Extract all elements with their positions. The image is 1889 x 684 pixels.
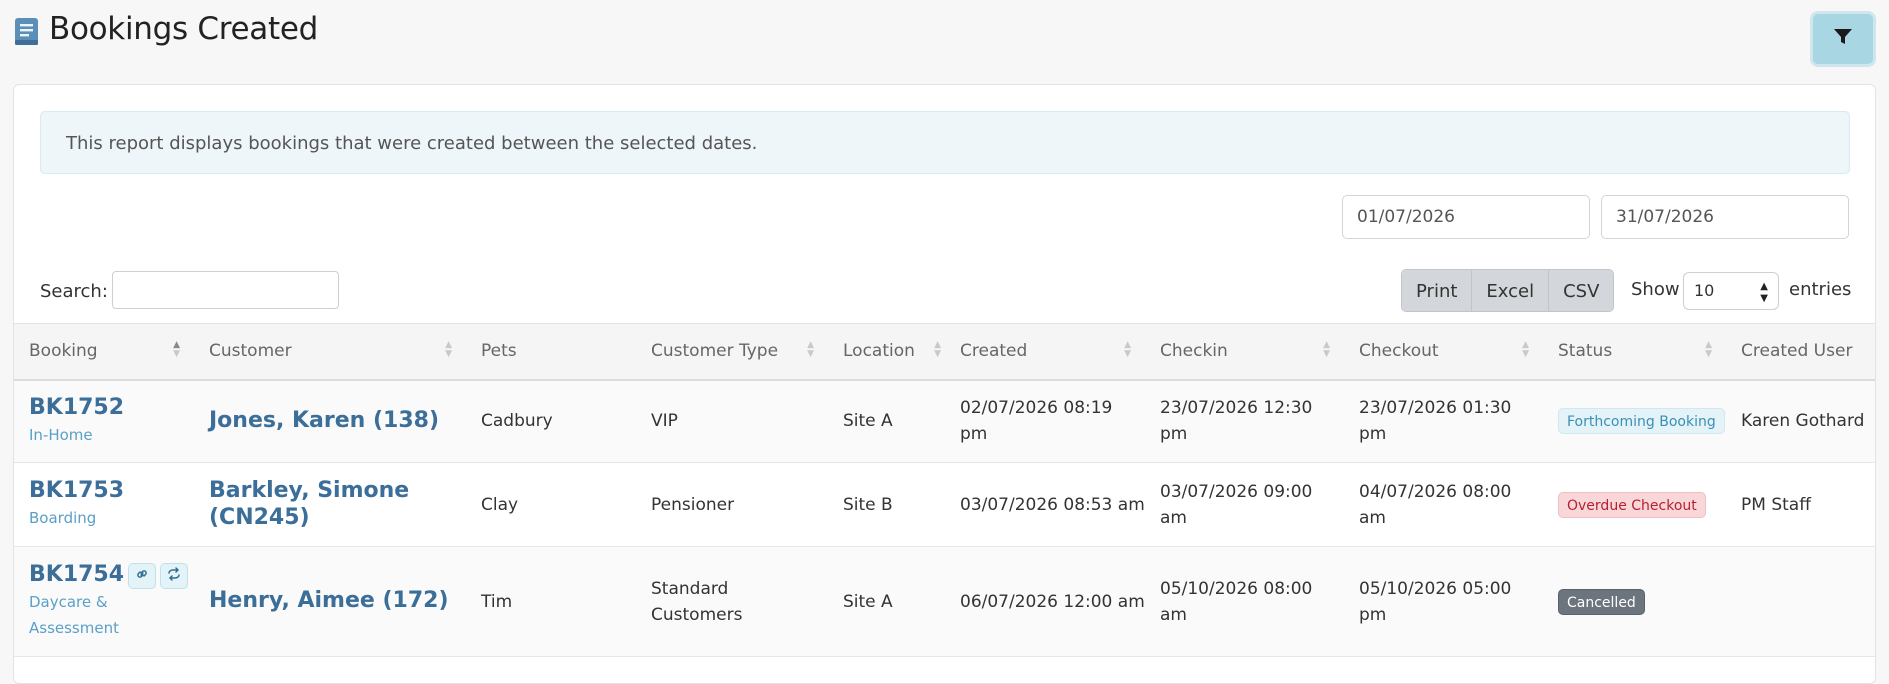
location-cell: Site A [828,379,945,463]
column-header-booking[interactable]: Booking ▲ ▼ [14,323,194,381]
sort-icon: ▲ ▼ [173,340,180,359]
booking-link[interactable]: BK1752 [29,395,124,421]
report-card: This report displays bookings that were … [13,84,1876,684]
booking-link[interactable]: BK1754 [29,562,124,588]
booking-type: Daycare & Assessment [29,593,119,637]
sort-icon: ▲ ▼ [445,340,452,359]
sort-icon: ▲ ▼ [1522,340,1529,359]
customer-link[interactable]: Barkley, Simone (CN245) [209,478,409,530]
customer-link[interactable]: Henry, Aimee (172) [209,588,449,613]
booking-type: In-Home [29,425,93,444]
checkin-cell: 23/07/2026 12:30 pm [1145,379,1344,463]
status-badge: Forthcoming Booking [1558,408,1725,435]
link-icon[interactable] [128,563,157,589]
csv-button[interactable]: CSV [1549,270,1614,311]
column-header-created[interactable]: Created ▲ ▼ [945,323,1145,381]
booking-link[interactable]: BK1753 [29,478,124,504]
checkin-cell: 03/07/2026 09:00 am [1145,462,1344,547]
sort-icon: ▲ ▼ [1323,340,1330,359]
entries-select-value: 10 [1694,281,1715,300]
checkout-cell: 04/07/2026 08:00 am [1344,462,1543,547]
info-alert: This report displays bookings that were … [40,111,1850,174]
excel-button[interactable]: Excel [1472,270,1550,311]
sort-icon: ▲ ▼ [807,340,814,359]
created-user-cell: Karen Gothard [1726,379,1875,463]
entries-label: entries [1789,279,1852,300]
table-header-row: Booking ▲ ▼ Customer ▲ ▼ Pets Customer Type ▲… [14,323,1875,381]
created-cell: 02/07/2026 08:19 pm [945,379,1145,463]
pets-cell: Cadbury [466,379,636,463]
created-user-cell: PM Staff [1726,462,1875,547]
status-badge: Cancelled [1558,588,1645,615]
table-row: BK1752 In-Home Jones, Karen (138) Cadbury… [14,379,1875,463]
select-arrows-icon: ▲ ▼ [1760,281,1768,304]
show-label: Show [1631,279,1680,300]
customer-type-cell: Standard Customers [636,546,828,657]
table-row: BK1754 Daycare & Assessment Henry, Aimee… [14,546,1875,657]
column-header-created-user: Created User [1726,323,1875,381]
customer-type-cell: VIP [636,379,828,463]
filter-button[interactable] [1810,11,1876,67]
recurring-icon[interactable] [160,563,189,589]
page-title: Bookings Created [49,11,318,47]
search-label: Search: [40,281,108,302]
column-header-checkout[interactable]: Checkout ▲ ▼ [1344,323,1543,381]
column-header-customer-type[interactable]: Customer Type ▲ ▼ [636,323,828,381]
created-cell: 03/07/2026 08:53 am [945,462,1145,547]
status-badge: Overdue Checkout [1558,491,1706,518]
pets-cell: Clay [466,462,636,547]
customer-link[interactable]: Jones, Karen (138) [209,408,439,433]
checkin-cell: 05/10/2026 08:00 am [1145,546,1344,657]
filter-icon [1833,28,1853,50]
date-to-input[interactable] [1601,195,1849,239]
sort-icon: ▲ ▼ [934,340,941,359]
report-book-icon [14,17,42,47]
column-header-customer[interactable]: Customer ▲ ▼ [194,323,466,381]
location-cell: Site A [828,546,945,657]
checkout-cell: 23/07/2026 01:30 pm [1344,379,1543,463]
bookings-table: Booking ▲ ▼ Customer ▲ ▼ Pets Customer Type ▲… [14,323,1875,657]
location-cell: Site B [828,462,945,547]
print-button[interactable]: Print [1402,270,1473,311]
page-header: Bookings Created [0,0,1889,84]
entries-select[interactable]: 10 ▲ ▼ [1683,272,1779,310]
table-row: BK1753 Boarding Barkley, Simone (CN245) C… [14,462,1875,547]
pets-cell: Tim [466,546,636,657]
booking-type: Boarding [29,509,97,527]
checkout-cell: 05/10/2026 05:00 pm [1344,546,1543,657]
search-input[interactable] [112,271,339,309]
sort-icon: ▲ ▼ [1705,340,1712,359]
column-header-status[interactable]: Status ▲ ▼ [1543,323,1726,381]
column-header-checkin[interactable]: Checkin ▲ ▼ [1145,323,1344,381]
date-from-input[interactable] [1342,195,1590,239]
sort-icon: ▲ ▼ [1124,340,1131,359]
column-header-location[interactable]: Location ▲ ▼ [828,323,945,381]
export-button-group: Print Excel CSV [1401,269,1615,312]
column-header-pets: Pets [466,323,636,381]
created-user-cell [1726,546,1875,657]
created-cell: 06/07/2026 12:00 am [945,546,1145,657]
customer-type-cell: Pensioner [636,462,828,547]
